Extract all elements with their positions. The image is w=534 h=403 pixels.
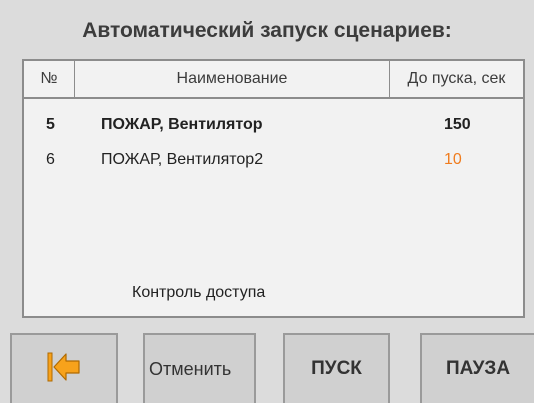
access-control-label: Контроль доступа: [132, 284, 266, 301]
row-countdown: 10: [444, 151, 462, 168]
column-header-time: До пуска, сек: [407, 70, 506, 87]
arrow-back-icon: [47, 352, 81, 387]
back-button[interactable]: [10, 333, 118, 403]
row-number: 5: [46, 116, 55, 133]
cancel-button[interactable]: Отменить: [143, 333, 256, 403]
table-header: № Наименование До пуска, сек: [24, 61, 523, 99]
row-countdown: 150: [444, 116, 471, 133]
row-name: ПОЖАР, Вентилятор2: [101, 151, 264, 168]
row-number: 6: [46, 151, 55, 168]
table-row[interactable]: 6 ПОЖАР, Вентилятор2 10: [24, 146, 523, 174]
table-row[interactable]: 5 ПОЖАР, Вентилятор 150: [24, 111, 523, 139]
pause-button[interactable]: ПАУЗА: [420, 333, 534, 403]
page-title: Автоматический запуск сценариев:: [82, 19, 452, 42]
start-button[interactable]: ПУСК: [283, 333, 390, 403]
column-header-name: Наименование: [75, 61, 390, 97]
scenario-table: № Наименование До пуска, сек 5 ПОЖАР, Ве…: [22, 59, 525, 318]
column-header-number: №: [24, 61, 75, 97]
row-name: ПОЖАР, Вентилятор: [101, 116, 263, 133]
